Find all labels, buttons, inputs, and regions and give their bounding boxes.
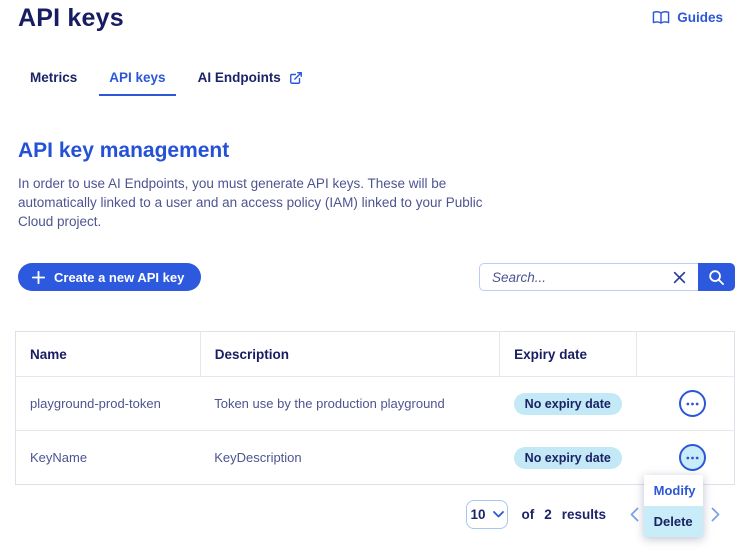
pagination-total: 2 bbox=[544, 507, 552, 522]
create-api-key-button[interactable]: Create a new API key bbox=[18, 263, 201, 291]
chevron-down-icon bbox=[493, 511, 504, 518]
row-actions-menu: Modify Delete bbox=[644, 475, 703, 537]
next-page-button[interactable] bbox=[709, 505, 722, 524]
close-icon bbox=[673, 271, 686, 284]
guides-link[interactable]: Guides bbox=[652, 10, 723, 25]
tab-ai-endpoints[interactable]: AI Endpoints bbox=[188, 70, 313, 96]
section-heading: API key management bbox=[15, 139, 735, 163]
menu-item-modify[interactable]: Modify bbox=[644, 475, 703, 506]
cell-name: playground-prod-token bbox=[16, 377, 201, 431]
ellipsis-icon bbox=[686, 402, 699, 406]
cell-name: KeyName bbox=[16, 431, 201, 485]
column-header-description: Description bbox=[200, 332, 499, 377]
tab-label: API keys bbox=[109, 70, 165, 85]
table-header: Name Description Expiry date bbox=[16, 332, 735, 377]
section-description: In order to use AI Endpoints, you must g… bbox=[15, 174, 512, 231]
cell-actions bbox=[637, 377, 735, 431]
search-box bbox=[479, 263, 698, 291]
topbar: API keys Guides bbox=[15, 4, 735, 33]
pagination-of-label: of bbox=[521, 507, 534, 522]
previous-page-button[interactable] bbox=[628, 505, 641, 524]
cell-actions: Modify Delete bbox=[637, 431, 735, 485]
chevron-left-icon bbox=[630, 507, 639, 522]
table-row: playground-prod-token Token use by the p… bbox=[16, 377, 735, 431]
tab-api-keys[interactable]: API keys bbox=[99, 70, 175, 96]
search-button[interactable] bbox=[698, 263, 735, 291]
guides-label: Guides bbox=[677, 10, 723, 25]
magnifier-icon bbox=[708, 269, 725, 286]
search-input[interactable] bbox=[492, 270, 669, 285]
column-header-name: Name bbox=[16, 332, 201, 377]
table-row: KeyName KeyDescription No expiry date bbox=[16, 431, 735, 485]
row-actions-button[interactable] bbox=[679, 444, 706, 471]
menu-item-delete[interactable]: Delete bbox=[644, 506, 703, 537]
search-group bbox=[479, 263, 735, 291]
column-header-expiry-date: Expiry date bbox=[500, 332, 637, 377]
api-keys-page: API keys Guides Metrics API keys AI Endp… bbox=[0, 0, 750, 553]
tab-bar: Metrics API keys AI Endpoints bbox=[15, 70, 735, 96]
cell-expiry: No expiry date bbox=[500, 431, 637, 485]
toolbar: Create a new API key bbox=[15, 263, 735, 291]
page-size-value: 10 bbox=[470, 507, 485, 522]
cell-description: Token use by the production playground bbox=[200, 377, 499, 431]
plus-icon bbox=[32, 271, 45, 284]
chevron-right-icon bbox=[711, 507, 720, 522]
create-button-label: Create a new API key bbox=[54, 270, 184, 285]
row-actions-button[interactable] bbox=[679, 390, 706, 417]
ellipsis-icon bbox=[686, 456, 699, 460]
page-title: API keys bbox=[15, 4, 124, 33]
column-header-actions bbox=[637, 332, 735, 377]
tab-label: Metrics bbox=[30, 70, 77, 85]
tab-metrics[interactable]: Metrics bbox=[20, 70, 87, 96]
pagination: 10 of 2 results bbox=[15, 500, 735, 529]
clear-search-button[interactable] bbox=[669, 267, 690, 288]
expiry-badge: No expiry date bbox=[514, 447, 622, 469]
tab-label: AI Endpoints bbox=[198, 70, 281, 85]
cell-expiry: No expiry date bbox=[500, 377, 637, 431]
expiry-badge: No expiry date bbox=[514, 393, 622, 415]
book-icon bbox=[652, 10, 670, 25]
page-size-select[interactable]: 10 bbox=[466, 500, 508, 529]
external-link-icon bbox=[289, 71, 303, 85]
api-keys-table: Name Description Expiry date playground-… bbox=[15, 331, 735, 485]
pagination-results-label: results bbox=[562, 507, 606, 522]
cell-description: KeyDescription bbox=[200, 431, 499, 485]
